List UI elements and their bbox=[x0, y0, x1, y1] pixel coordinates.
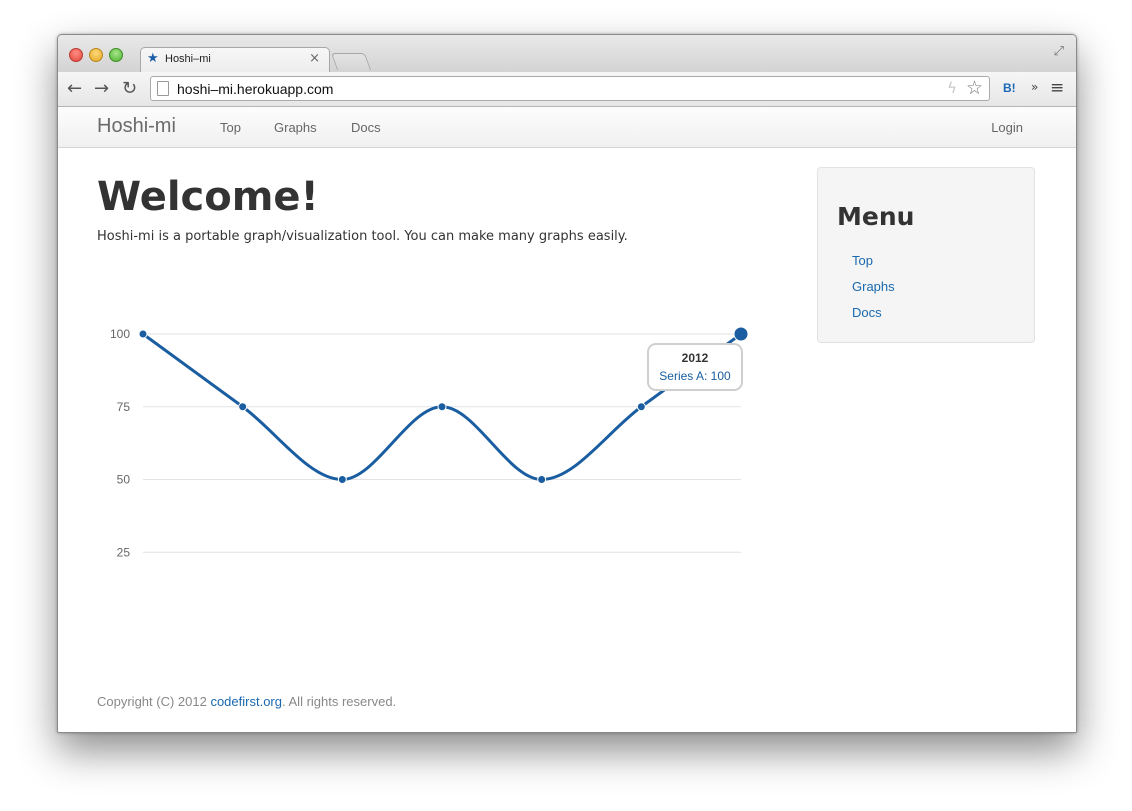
y-tick-label: 75 bbox=[117, 400, 131, 414]
star-favicon-icon: ★ bbox=[147, 51, 159, 66]
forward-arrow-icon[interactable]: → bbox=[94, 78, 109, 99]
tab-bar: ★ Hoshi–mi × ⤢ bbox=[58, 35, 1076, 73]
browser-tab[interactable]: ★ Hoshi–mi × bbox=[140, 47, 330, 73]
data-point bbox=[636, 402, 646, 412]
footer-rights: . All rights reserved. bbox=[282, 694, 397, 709]
footer-copyright: Copyright (C) 2012 bbox=[97, 694, 211, 709]
tooltip-value: Series A: 100 bbox=[659, 369, 731, 383]
data-point bbox=[437, 402, 447, 412]
sidebar-link-docs[interactable]: Docs bbox=[852, 305, 882, 320]
y-tick-label: 100 bbox=[110, 327, 130, 341]
hamburger-menu-icon[interactable]: ≡ bbox=[1050, 78, 1064, 98]
page-title: Welcome! bbox=[97, 174, 319, 220]
sidebar-menu: Menu Top Graphs Docs bbox=[817, 167, 1035, 343]
data-point bbox=[537, 475, 547, 484]
minimize-window-button[interactable] bbox=[89, 48, 103, 62]
sidebar-link-top[interactable]: Top bbox=[852, 253, 873, 268]
new-tab-button[interactable] bbox=[330, 53, 372, 70]
url-text[interactable]: hoshi–mi.herokuapp.com bbox=[177, 81, 333, 97]
sidebar-link-graphs[interactable]: Graphs bbox=[852, 279, 895, 294]
browser-window: ★ Hoshi–mi × ⤢ ← → ↻ hoshi–mi.herokuapp.… bbox=[57, 34, 1077, 733]
nav-link-docs[interactable]: Docs bbox=[351, 120, 381, 135]
fullscreen-icon[interactable]: ⤢ bbox=[1054, 44, 1064, 59]
reload-icon[interactable]: ↻ bbox=[122, 78, 137, 99]
tab-title: Hoshi–mi bbox=[165, 53, 211, 65]
nav-link-graphs[interactable]: Graphs bbox=[274, 120, 317, 135]
intro-text: Hoshi-mi is a portable graph/visualizati… bbox=[97, 229, 628, 244]
tab-close-icon[interactable]: × bbox=[309, 51, 320, 66]
hatena-bookmark-icon[interactable]: B! bbox=[1003, 81, 1016, 95]
data-point bbox=[337, 475, 347, 484]
web-page: Hoshi-mi Top Graphs Docs Login Welcome! … bbox=[58, 107, 1076, 732]
lightning-icon[interactable]: ϟ bbox=[947, 79, 957, 97]
data-point bbox=[238, 402, 248, 412]
y-tick-label: 0 bbox=[123, 618, 130, 619]
back-arrow-icon[interactable]: ← bbox=[67, 78, 82, 99]
y-tick-label: 25 bbox=[117, 545, 131, 559]
line-chart: 0255075100200620072008200920102011201220… bbox=[110, 326, 749, 619]
footer: Copyright (C) 2012 codefirst.org. All ri… bbox=[97, 694, 396, 709]
site-brand[interactable]: Hoshi-mi bbox=[97, 115, 176, 138]
y-tick-label: 50 bbox=[117, 473, 131, 487]
page-icon bbox=[157, 81, 169, 96]
tooltip-title: 2012 bbox=[682, 351, 709, 365]
bookmark-star-icon[interactable]: ☆ bbox=[966, 77, 983, 99]
zoom-window-button[interactable] bbox=[109, 48, 123, 62]
address-bar[interactable]: hoshi–mi.herokuapp.com ϟ ☆ bbox=[150, 76, 990, 101]
sidebar-title: Menu bbox=[837, 202, 915, 231]
browser-toolbar: ← → ↻ hoshi–mi.herokuapp.com ϟ ☆ B! » ≡ bbox=[58, 72, 1076, 107]
nav-link-top[interactable]: Top bbox=[220, 120, 241, 135]
extensions-overflow-icon[interactable]: » bbox=[1031, 80, 1038, 94]
data-point bbox=[733, 326, 749, 342]
close-window-button[interactable] bbox=[69, 48, 83, 62]
site-navbar: Hoshi-mi Top Graphs Docs Login bbox=[58, 107, 1076, 148]
data-point bbox=[138, 329, 148, 339]
login-link[interactable]: Login bbox=[991, 120, 1023, 135]
footer-link[interactable]: codefirst.org bbox=[210, 694, 282, 709]
